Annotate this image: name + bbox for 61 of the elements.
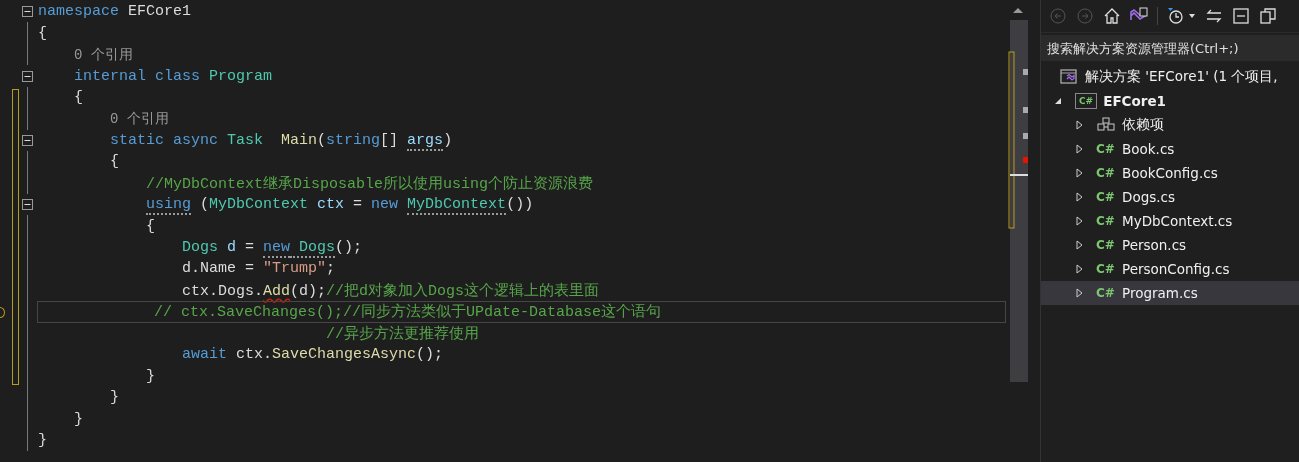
code-line: { xyxy=(110,153,119,171)
expand-icon[interactable] xyxy=(1074,120,1084,130)
csharp-file-icon: C# xyxy=(1096,262,1116,276)
code-line: using (MyDbContext ctx = new MyDbContext()) xyxy=(146,196,534,214)
tree-item[interactable]: C# Book.cs xyxy=(1041,137,1299,161)
tree-item[interactable]: C# BookConfig.cs xyxy=(1041,161,1299,185)
search-field[interactable]: 搜索解决方案资源管理器(Ctrl+;) xyxy=(1041,35,1299,61)
code-line: } xyxy=(74,410,83,428)
tree-item[interactable]: C# PersonConfig.cs xyxy=(1041,257,1299,281)
code-line: ctx.Dogs.Add(d);//把d对象加入Dogs这个逻辑上的表里面 xyxy=(182,281,600,300)
dependencies-icon xyxy=(1096,116,1116,134)
expand-icon[interactable] xyxy=(1074,288,1084,298)
tree-item[interactable]: C# Program.cs xyxy=(1041,281,1299,305)
code-line: d.Name = "Trump"; xyxy=(182,260,336,278)
code-line: } xyxy=(38,431,47,449)
clock-icon[interactable] xyxy=(1167,7,1185,25)
code-line: } xyxy=(110,389,119,407)
tree-item[interactable]: C# EFCore1 xyxy=(1041,89,1299,113)
collapse-all-icon[interactable] xyxy=(1232,7,1250,25)
home-icon[interactable] xyxy=(1103,7,1121,25)
expand-icon[interactable] xyxy=(1074,144,1084,154)
collapse-icon[interactable] xyxy=(22,199,33,211)
code-line: namespace EFCore1 xyxy=(38,3,192,21)
code-line: { xyxy=(38,24,47,42)
collapse-icon[interactable] xyxy=(22,70,33,82)
code-line: internal class Program xyxy=(74,67,273,85)
tree-item[interactable]: 解决方案 'EFCore1' (1 个项目, xyxy=(1041,65,1299,89)
code-line: { xyxy=(146,217,155,235)
reference-count[interactable]: 0 个引用 xyxy=(110,109,169,128)
csharp-file-icon: C# xyxy=(1096,238,1116,252)
expand-icon[interactable] xyxy=(1074,216,1084,226)
copy-icon[interactable] xyxy=(1259,7,1277,25)
csharp-file-icon: C# xyxy=(1096,166,1116,180)
csharp-file-icon: C# xyxy=(1096,214,1116,228)
code-line: Dogs d = new Dogs(); xyxy=(182,239,363,257)
expand-icon[interactable] xyxy=(1074,168,1084,178)
expand-icon[interactable] xyxy=(1074,192,1084,202)
expand-icon[interactable] xyxy=(1053,96,1063,106)
code-line: static async Task Main(string[] args) xyxy=(110,131,453,149)
code-line: //异步方法更推荐使用 xyxy=(326,324,479,343)
csharp-project-icon: C# xyxy=(1075,93,1098,109)
tree-item[interactable]: C# Person.cs xyxy=(1041,233,1299,257)
expand-icon[interactable] xyxy=(1074,264,1084,274)
collapse-icon[interactable] xyxy=(22,134,33,146)
reference-count[interactable]: 0 个引用 xyxy=(74,45,133,64)
code-line: // ctx.SaveChanges();//同步方法类似于UPdate-Database这个语句 xyxy=(154,302,662,322)
code-line: //MyDbContext继承Disposable所以使用using个防止资源浪费 xyxy=(146,174,594,193)
csharp-file-icon: C# xyxy=(1096,190,1116,204)
csharp-file-icon: C# xyxy=(1096,286,1116,300)
expand-icon[interactable] xyxy=(1074,240,1084,250)
code-line: await ctx.SaveChangesAsync(); xyxy=(182,346,444,364)
sync-icon[interactable] xyxy=(1205,7,1223,25)
tree-item[interactable]: C# MyDbContext.cs xyxy=(1041,209,1299,233)
tree-item[interactable]: C# Dogs.cs xyxy=(1041,185,1299,209)
csharp-file-icon: C# xyxy=(1096,142,1116,156)
code-line: } xyxy=(146,367,155,385)
code-line: { xyxy=(74,88,83,106)
caret-icon[interactable] xyxy=(1188,12,1196,20)
tree-item[interactable]: 依赖项 xyxy=(1041,113,1299,137)
solution-icon xyxy=(1059,68,1079,86)
collapse-icon[interactable] xyxy=(22,6,33,18)
